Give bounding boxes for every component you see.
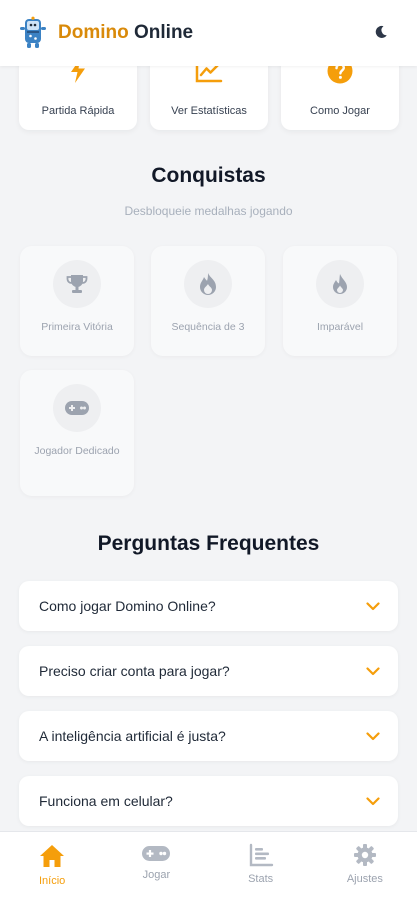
achievement-label: Primeira Vitória bbox=[41, 321, 113, 333]
achievements-title: Conquistas bbox=[151, 164, 266, 187]
nav-item-ajustes[interactable]: Ajustes bbox=[313, 832, 417, 900]
achievement-label: Sequência de 3 bbox=[171, 321, 245, 333]
chart-line-icon bbox=[195, 66, 223, 83]
faq-question: Preciso criar conta para jogar? bbox=[39, 663, 230, 679]
fire-drop-icon bbox=[333, 274, 347, 294]
quick-action-label: Partida Rápida bbox=[41, 105, 115, 117]
quick-action-label: Como Jogar bbox=[310, 105, 370, 117]
nav-item-inicio[interactable]: Início bbox=[0, 832, 104, 900]
faq-question: A inteligência artificial é justa? bbox=[39, 728, 226, 744]
quick-action-como-jogar[interactable]: Como Jogar bbox=[281, 66, 399, 130]
achievement-icon-wrap bbox=[53, 260, 101, 308]
nav-label: Ajustes bbox=[346, 873, 383, 885]
app-title-part2: Online bbox=[134, 22, 194, 43]
achievement-jogador-dedicado[interactable]: Jogador Dedicado bbox=[20, 370, 134, 496]
gear-icon bbox=[353, 844, 376, 866]
achievement-icon-wrap bbox=[316, 260, 364, 308]
nav-item-jogar[interactable]: Jogar bbox=[104, 832, 208, 900]
nav-label: Stats bbox=[248, 873, 274, 885]
home-icon bbox=[40, 845, 65, 867]
achievement-label: Imparável bbox=[316, 321, 364, 333]
quick-actions: Partida Rápida Ver Estatísticas Como Jog… bbox=[19, 66, 399, 130]
app-title-part1: Domino bbox=[58, 22, 129, 43]
app-title[interactable]: Domino Online bbox=[58, 22, 193, 44]
chevron-down-icon bbox=[366, 601, 380, 610]
bottom-nav: Início Jogar Stats Ajustes bbox=[0, 831, 417, 900]
achievement-icon-wrap bbox=[184, 260, 232, 308]
gamepad-icon bbox=[65, 401, 89, 415]
chevron-down-icon bbox=[366, 666, 380, 675]
bar-chart-icon bbox=[249, 843, 273, 867]
moon-icon bbox=[375, 25, 387, 38]
faq-item[interactable]: A inteligência artificial é justa? bbox=[19, 711, 398, 761]
achievement-sequencia-de-3[interactable]: Sequência de 3 bbox=[151, 246, 265, 356]
flame-icon bbox=[200, 273, 216, 295]
faq-title: Perguntas Frequentes bbox=[97, 532, 320, 555]
main-content[interactable]: Partida Rápida Ver Estatísticas Como Jog… bbox=[0, 66, 417, 831]
lightning-icon bbox=[71, 66, 85, 83]
theme-toggle-button[interactable] bbox=[371, 22, 391, 42]
app-header: Domino Online bbox=[0, 0, 417, 66]
quick-action-label: Ver Estatísticas bbox=[171, 105, 247, 117]
achievement-imparavel[interactable]: Imparável bbox=[283, 246, 397, 356]
chevron-down-icon bbox=[366, 731, 380, 740]
faq-item[interactable]: Como jogar Domino Online? bbox=[19, 581, 398, 631]
nav-label: Jogar bbox=[142, 869, 171, 881]
faq-item[interactable]: Funciona em celular? bbox=[19, 776, 398, 826]
achievement-icon-wrap bbox=[53, 384, 101, 432]
quick-action-ver-estatisticas[interactable]: Ver Estatísticas bbox=[150, 66, 268, 130]
faq-question: Funciona em celular? bbox=[39, 793, 173, 809]
faq-question: Como jogar Domino Online? bbox=[39, 598, 216, 614]
quick-action-partida-rapida[interactable]: Partida Rápida bbox=[19, 66, 137, 130]
trophy-icon bbox=[66, 275, 88, 293]
domino-mascot-icon[interactable] bbox=[18, 16, 48, 50]
nav-item-stats[interactable]: Stats bbox=[209, 832, 313, 900]
chevron-down-icon bbox=[366, 796, 380, 805]
faq-item[interactable]: Preciso criar conta para jogar? bbox=[19, 646, 398, 696]
nav-label: Início bbox=[38, 875, 66, 887]
question-icon bbox=[327, 66, 353, 84]
achievements-subtitle: Desbloqueie medalhas jogando bbox=[124, 204, 293, 218]
gamepad-icon bbox=[142, 846, 171, 861]
achievement-primeira-vitoria[interactable]: Primeira Vitória bbox=[20, 246, 134, 356]
achievement-label: Jogador Dedicado bbox=[34, 445, 120, 457]
